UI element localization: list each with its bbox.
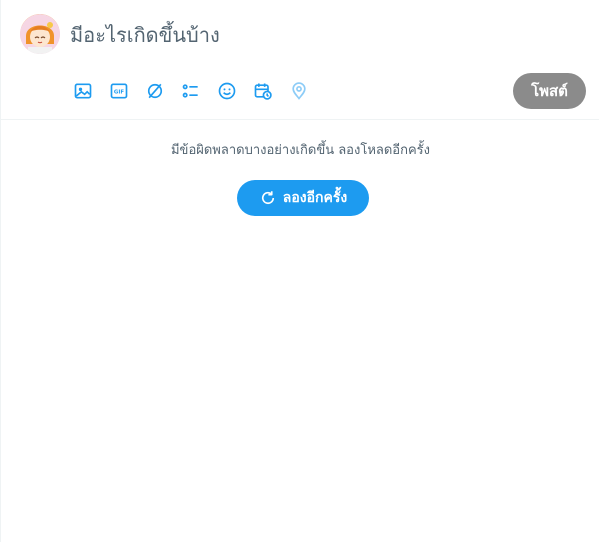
composer-divider <box>1 119 599 120</box>
emoji-icon[interactable] <box>209 75 245 107</box>
grok-icon[interactable] <box>137 75 173 107</box>
retry-label: ลองอีกครั้ง <box>282 190 348 206</box>
location-icon[interactable] <box>281 75 317 107</box>
composer-toolbar: GIF <box>65 75 317 107</box>
error-message: มีข้อผิดพลาดบางอย่างเกิดขึ้น ลองโหลดอีกค… <box>170 143 431 158</box>
post-composer: มีอะไรเกิดขึ้นบ้าง GIF โพสต์ <box>1 0 599 120</box>
compose-input[interactable]: มีอะไรเกิดขึ้นบ้าง <box>70 21 220 49</box>
refresh-icon <box>261 191 274 205</box>
gif-icon-text: GIF <box>114 90 124 96</box>
avatar-image <box>20 14 60 54</box>
main-column: มีอะไรเกิดขึ้นบ้าง GIF โพสต์ มีข้อผิดพลา… <box>0 0 599 542</box>
image-icon[interactable] <box>65 75 101 107</box>
retry-button[interactable]: ลองอีกครั้ง <box>237 180 369 216</box>
schedule-icon[interactable] <box>245 75 281 107</box>
avatar[interactable] <box>20 14 60 54</box>
post-button[interactable]: โพสต์ <box>513 73 586 109</box>
gif-icon[interactable]: GIF <box>101 75 137 107</box>
poll-icon[interactable] <box>173 75 209 107</box>
